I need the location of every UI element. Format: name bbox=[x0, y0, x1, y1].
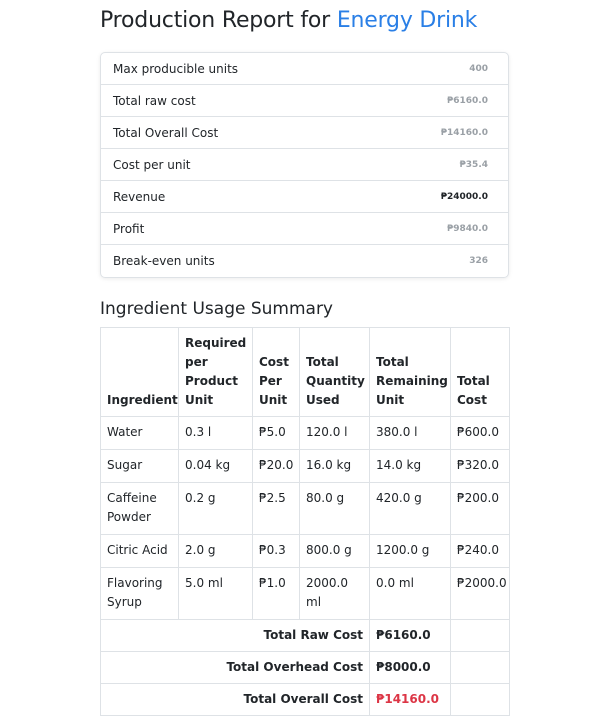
table-cell: 0.04 kg bbox=[178, 449, 253, 483]
table-cell: Citric Acid bbox=[100, 534, 179, 568]
summary-value: ₱6160.0 bbox=[447, 95, 488, 106]
total-raw-cost-row: Total Raw Cost ₱6160.0 bbox=[100, 619, 510, 652]
table-cell: 14.0 kg bbox=[369, 449, 451, 483]
summary-row-total-overall-cost: Total Overall Cost ₱14160.0 bbox=[101, 117, 508, 149]
table-cell: Caffeine Powder bbox=[100, 482, 179, 535]
summary-label: Revenue bbox=[113, 189, 166, 204]
table-cell: 380.0 l bbox=[369, 416, 451, 450]
table-cell: ₱240.0 bbox=[450, 534, 510, 568]
total-value: ₱14160.0 bbox=[369, 683, 451, 716]
table-cell: ₱2.5 bbox=[252, 482, 300, 535]
table-cell: ₱5.0 bbox=[252, 416, 300, 450]
summary-label: Total Overall Cost bbox=[113, 125, 219, 140]
table-row: Water 0.3 l ₱5.0 120.0 l 380.0 l ₱600.0 bbox=[100, 416, 510, 450]
total-label: Total Overall Cost bbox=[100, 683, 370, 716]
summary-value: ₱35.4 bbox=[459, 159, 488, 170]
table-cell: 800.0 g bbox=[299, 534, 370, 568]
column-header: Cost Per Unit bbox=[252, 327, 300, 417]
section-heading: Ingredient Usage Summary bbox=[100, 299, 333, 319]
table-cell: ₱200.0 bbox=[450, 482, 510, 535]
summary-value: ₱14160.0 bbox=[440, 127, 488, 138]
summary-label: Break-even units bbox=[113, 254, 215, 268]
table-row: Sugar 0.04 kg ₱20.0 16.0 kg 14.0 kg ₱320… bbox=[100, 449, 510, 483]
total-label: Total Overhead Cost bbox=[100, 651, 370, 684]
summary-row-total-raw-cost: Total raw cost ₱6160.0 bbox=[101, 85, 508, 117]
table-row: Citric Acid 2.0 g ₱0.3 800.0 g 1200.0 g … bbox=[100, 534, 510, 568]
table-cell: ₱0.3 bbox=[252, 534, 300, 568]
table-cell: 420.0 g bbox=[369, 482, 451, 535]
total-label: Total Raw Cost bbox=[100, 619, 370, 652]
ingredient-table: Ingredient Required per Product Unit Cos… bbox=[100, 327, 510, 716]
column-header: Required per Product Unit bbox=[178, 327, 253, 417]
summary-label: Profit bbox=[113, 221, 145, 236]
summary-row-cost-per-unit: Cost per unit ₱35.4 bbox=[101, 149, 508, 181]
table-cell: ₱20.0 bbox=[252, 449, 300, 483]
summary-label: Total raw cost bbox=[113, 93, 196, 108]
summary-row-profit: Profit ₱9840.0 bbox=[101, 213, 508, 245]
table-cell: 2000.0 ml bbox=[299, 567, 370, 620]
summary-value: 400 bbox=[469, 63, 488, 74]
summary-label: Max producible units bbox=[113, 61, 239, 76]
page-title: Production Report for Energy Drink bbox=[100, 8, 477, 33]
table-header-row: Ingredient Required per Product Unit Cos… bbox=[100, 327, 510, 417]
empty-cell bbox=[450, 683, 510, 716]
table-cell: ₱320.0 bbox=[450, 449, 510, 483]
table-cell: ₱600.0 bbox=[450, 416, 510, 450]
table-cell: 0.2 g bbox=[178, 482, 253, 535]
summary-row-break-even-units: Break-even units 326 bbox=[101, 245, 508, 277]
table-cell: 5.0 ml bbox=[178, 567, 253, 620]
total-overall-cost-row: Total Overall Cost ₱14160.0 bbox=[100, 683, 510, 716]
summary-label: Cost per unit bbox=[113, 157, 191, 172]
table-cell: 0.3 l bbox=[178, 416, 253, 450]
table-cell: 120.0 l bbox=[299, 416, 370, 450]
table-cell: ₱2000.0 bbox=[450, 567, 510, 620]
column-header: Total Cost bbox=[450, 327, 510, 417]
table-cell: Flavoring Syrup bbox=[100, 567, 179, 620]
table-cell: 1200.0 g bbox=[369, 534, 451, 568]
title-prefix: Production Report for bbox=[100, 8, 337, 33]
summary-value: ₱24000.0 bbox=[440, 191, 488, 202]
column-header: Total Quantity Used bbox=[299, 327, 370, 417]
product-name: Energy Drink bbox=[336, 8, 478, 33]
column-header: Total Remaining Unit bbox=[369, 327, 451, 417]
table-cell: 0.0 ml bbox=[369, 567, 451, 620]
column-header: Ingredient bbox=[100, 327, 179, 417]
summary-value: 326 bbox=[469, 256, 488, 266]
summary-list: Max producible units 400 Total raw cost … bbox=[100, 52, 509, 278]
total-value: ₱8000.0 bbox=[369, 651, 451, 684]
summary-row-revenue: Revenue ₱24000.0 bbox=[101, 181, 508, 213]
empty-cell bbox=[450, 651, 510, 684]
table-cell: 16.0 kg bbox=[299, 449, 370, 483]
total-value: ₱6160.0 bbox=[369, 619, 451, 652]
table-cell: ₱1.0 bbox=[252, 567, 300, 620]
table-cell: Sugar bbox=[100, 449, 179, 483]
table-cell: 2.0 g bbox=[178, 534, 253, 568]
table-cell: Water bbox=[100, 416, 179, 450]
summary-value: ₱9840.0 bbox=[447, 223, 488, 234]
table-row: Caffeine Powder 0.2 g ₱2.5 80.0 g 420.0 … bbox=[100, 482, 510, 535]
empty-cell bbox=[450, 619, 510, 652]
table-row: Flavoring Syrup 5.0 ml ₱1.0 2000.0 ml 0.… bbox=[100, 567, 510, 620]
summary-row-max-units: Max producible units 400 bbox=[101, 53, 508, 85]
total-overhead-cost-row: Total Overhead Cost ₱8000.0 bbox=[100, 651, 510, 684]
table-cell: 80.0 g bbox=[299, 482, 370, 535]
